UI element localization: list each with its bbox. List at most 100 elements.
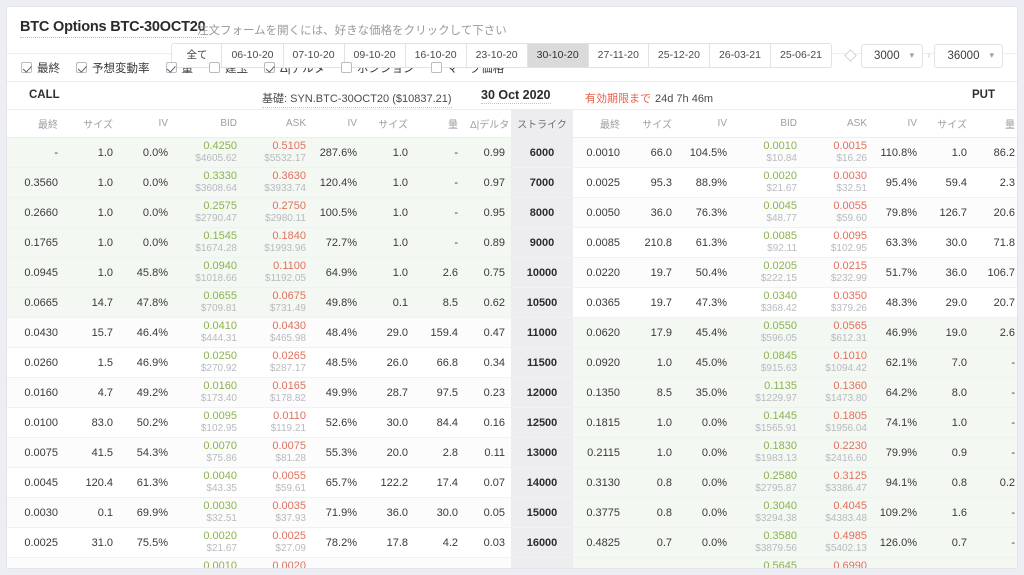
strike-cell[interactable]: 11500 [511,347,573,378]
col-header-put-5[interactable]: IV [873,110,923,138]
call-ask-cell[interactable]: 0.0020$21.67 [243,557,312,568]
put-bid-cell[interactable]: 0.5645$6117.33 [733,557,803,568]
strike-cell[interactable]: 16000 [511,527,573,558]
call-bid-cell[interactable]: 0.2575 $2790.47 [174,197,243,228]
strike-cell[interactable]: 11000 [511,317,573,348]
col-header-call-3[interactable]: BID [174,110,243,138]
put-bid-cell[interactable]: 0.0205 $222.15 [733,257,803,288]
put-bid-cell[interactable]: 0.0340 $368.42 [733,287,803,318]
strike-cell[interactable]: 15000 [511,497,573,528]
col-header-put-0[interactable]: 最終 [573,110,626,138]
expiry-tab-09-10-20[interactable]: 09-10-20 [343,43,405,68]
call-ask-cell[interactable]: 0.5105 $5532.17 [243,137,312,168]
put-bid-cell[interactable]: 0.1445 $1565.91 [733,407,803,438]
put-ask-cell[interactable]: 0.1805 $1956.04 [803,407,873,438]
col-header-call-4[interactable]: ASK [243,110,312,138]
call-ask-cell[interactable]: 0.0075 $81.28 [243,437,312,468]
call-bid-cell[interactable]: 0.0070 $75.86 [174,437,243,468]
strike-cell[interactable]: 13000 [511,437,573,468]
put-bid-cell[interactable]: 0.0020 $21.67 [733,167,803,198]
col-header-call-1[interactable]: サイズ [64,110,119,138]
put-ask-cell[interactable]: 0.2230 $2416.60 [803,437,873,468]
strike-min-select[interactable]: 3000 ▾ [861,43,924,68]
call-ask-cell[interactable]: 0.1100 $1192.05 [243,257,312,288]
call-bid-cell[interactable]: 0.3330 $3608.64 [174,167,243,198]
put-bid-cell[interactable]: 0.1830 $1983.13 [733,437,803,468]
call-bid-cell[interactable]: 0.0040 $43.35 [174,467,243,498]
strike-cell[interactable]: 7000 [511,167,573,198]
put-bid-cell[interactable]: 0.0085 $92.11 [733,227,803,258]
put-ask-cell[interactable]: 0.0095 $102.95 [803,227,873,258]
put-ask-cell[interactable]: 0.0350 $379.26 [803,287,873,318]
col-header-put-7[interactable]: 量 [973,110,1017,138]
put-ask-cell[interactable]: 0.0015 $16.26 [803,137,873,168]
col-header-call-0[interactable]: 最終 [7,110,64,138]
strike-cell[interactable]: 12000 [511,377,573,408]
put-bid-cell[interactable]: 0.0550 $596.05 [733,317,803,348]
expiry-tab-25-06-21[interactable]: 25-06-21 [769,43,833,68]
call-ask-cell[interactable]: 0.3630 $3933.74 [243,167,312,198]
col-header-put-1[interactable]: サイズ [626,110,678,138]
column-toggle-1[interactable]: 予想変動率 [76,60,150,76]
call-ask-cell[interactable]: 0.0110 $119.21 [243,407,312,438]
call-bid-cell[interactable]: 0.0160 $173.40 [174,377,243,408]
col-header-call-7[interactable]: 量 [414,110,464,138]
call-bid-cell[interactable]: 0.4250 $4605.62 [174,137,243,168]
put-bid-cell[interactable]: 0.1135 $1229.97 [733,377,803,408]
call-ask-cell[interactable]: 0.2750 $2980.11 [243,197,312,228]
expiry-tab-23-10-20[interactable]: 23-10-20 [465,43,527,68]
strike-cell[interactable]: 12500 [511,407,573,438]
strike-cell[interactable]: 10000 [511,257,573,288]
call-ask-cell[interactable]: 0.0265 $287.17 [243,347,312,378]
put-ask-cell[interactable]: 0.4045 $4383.48 [803,497,873,528]
strike-cell[interactable]: 14000 [511,467,573,498]
expiry-tab-30-10-20[interactable]: 30-10-20 [526,43,588,68]
call-bid-cell[interactable]: 0.0940 $1018.66 [174,257,243,288]
col-header-put-6[interactable]: サイズ [923,110,973,138]
call-bid-cell[interactable]: 0.0655 $709.81 [174,287,243,318]
call-ask-cell[interactable]: 0.0055 $59.61 [243,467,312,498]
range-handle-icon[interactable] [844,49,857,62]
call-ask-cell[interactable]: 0.0025 $27.09 [243,527,312,558]
call-ask-cell[interactable]: 0.0430 $465.98 [243,317,312,348]
put-bid-cell[interactable]: 0.3580 $3879.56 [733,527,803,558]
col-header-put-2[interactable]: IV [678,110,733,138]
call-ask-cell[interactable]: 0.0165 $178.82 [243,377,312,408]
put-bid-cell[interactable]: 0.0010 $10.84 [733,137,803,168]
col-header-put-4[interactable]: ASK [803,110,873,138]
call-bid-cell[interactable]: 0.0020 $21.67 [174,527,243,558]
col-header-call-8[interactable]: Δ|デルタ [464,110,511,138]
put-ask-cell[interactable]: 0.3125 $3386.47 [803,467,873,498]
put-ask-cell[interactable]: 0.1360 $1473.80 [803,377,873,408]
column-toggle-0[interactable]: 最終 [21,60,60,76]
strike-cell[interactable]: 6000 [511,137,573,168]
expiry-tab-26-03-21[interactable]: 26-03-21 [708,43,770,68]
expiry-tab-27-11-20[interactable]: 27-11-20 [587,43,648,68]
expiry-tab-25-12-20[interactable]: 25-12-20 [647,43,709,68]
call-ask-cell[interactable]: 0.1840 $1993.96 [243,227,312,258]
strike-cell[interactable]: 8000 [511,197,573,228]
call-bid-cell[interactable]: 0.0410 $444.31 [174,317,243,348]
put-ask-cell[interactable]: 0.0565 $612.31 [803,317,873,348]
call-ask-cell[interactable]: 0.0675 $731.49 [243,287,312,318]
call-bid-cell[interactable]: 0.0250 $270.92 [174,347,243,378]
strike-cell[interactable]: 18000 [511,557,573,568]
col-header-put-3[interactable]: BID [733,110,803,138]
col-header-call-6[interactable]: サイズ [363,110,414,138]
call-bid-cell[interactable]: 0.0010$10.84 [174,557,243,568]
strike-cell[interactable]: 10500 [511,287,573,318]
strike-max-select[interactable]: 36000 ▾ [934,43,1003,68]
put-ask-cell[interactable]: 0.1010 $1094.42 [803,347,873,378]
put-bid-cell[interactable]: 0.2580 $2795.87 [733,467,803,498]
call-bid-cell[interactable]: 0.0030 $32.51 [174,497,243,528]
put-ask-cell[interactable]: 0.0215 $232.99 [803,257,873,288]
put-bid-cell[interactable]: 0.3040 $3294.38 [733,497,803,528]
put-bid-cell[interactable]: 0.0845 $915.63 [733,347,803,378]
col-header-call-5[interactable]: IV [312,110,363,138]
put-ask-cell[interactable]: 0.0030 $32.51 [803,167,873,198]
call-bid-cell[interactable]: 0.1545 $1674.28 [174,227,243,258]
expiry-tab-07-10-20[interactable]: 07-10-20 [282,43,344,68]
col-header-strike[interactable]: ストライク [511,110,573,138]
col-header-call-2[interactable]: IV [119,110,174,138]
strike-cell[interactable]: 9000 [511,227,573,258]
